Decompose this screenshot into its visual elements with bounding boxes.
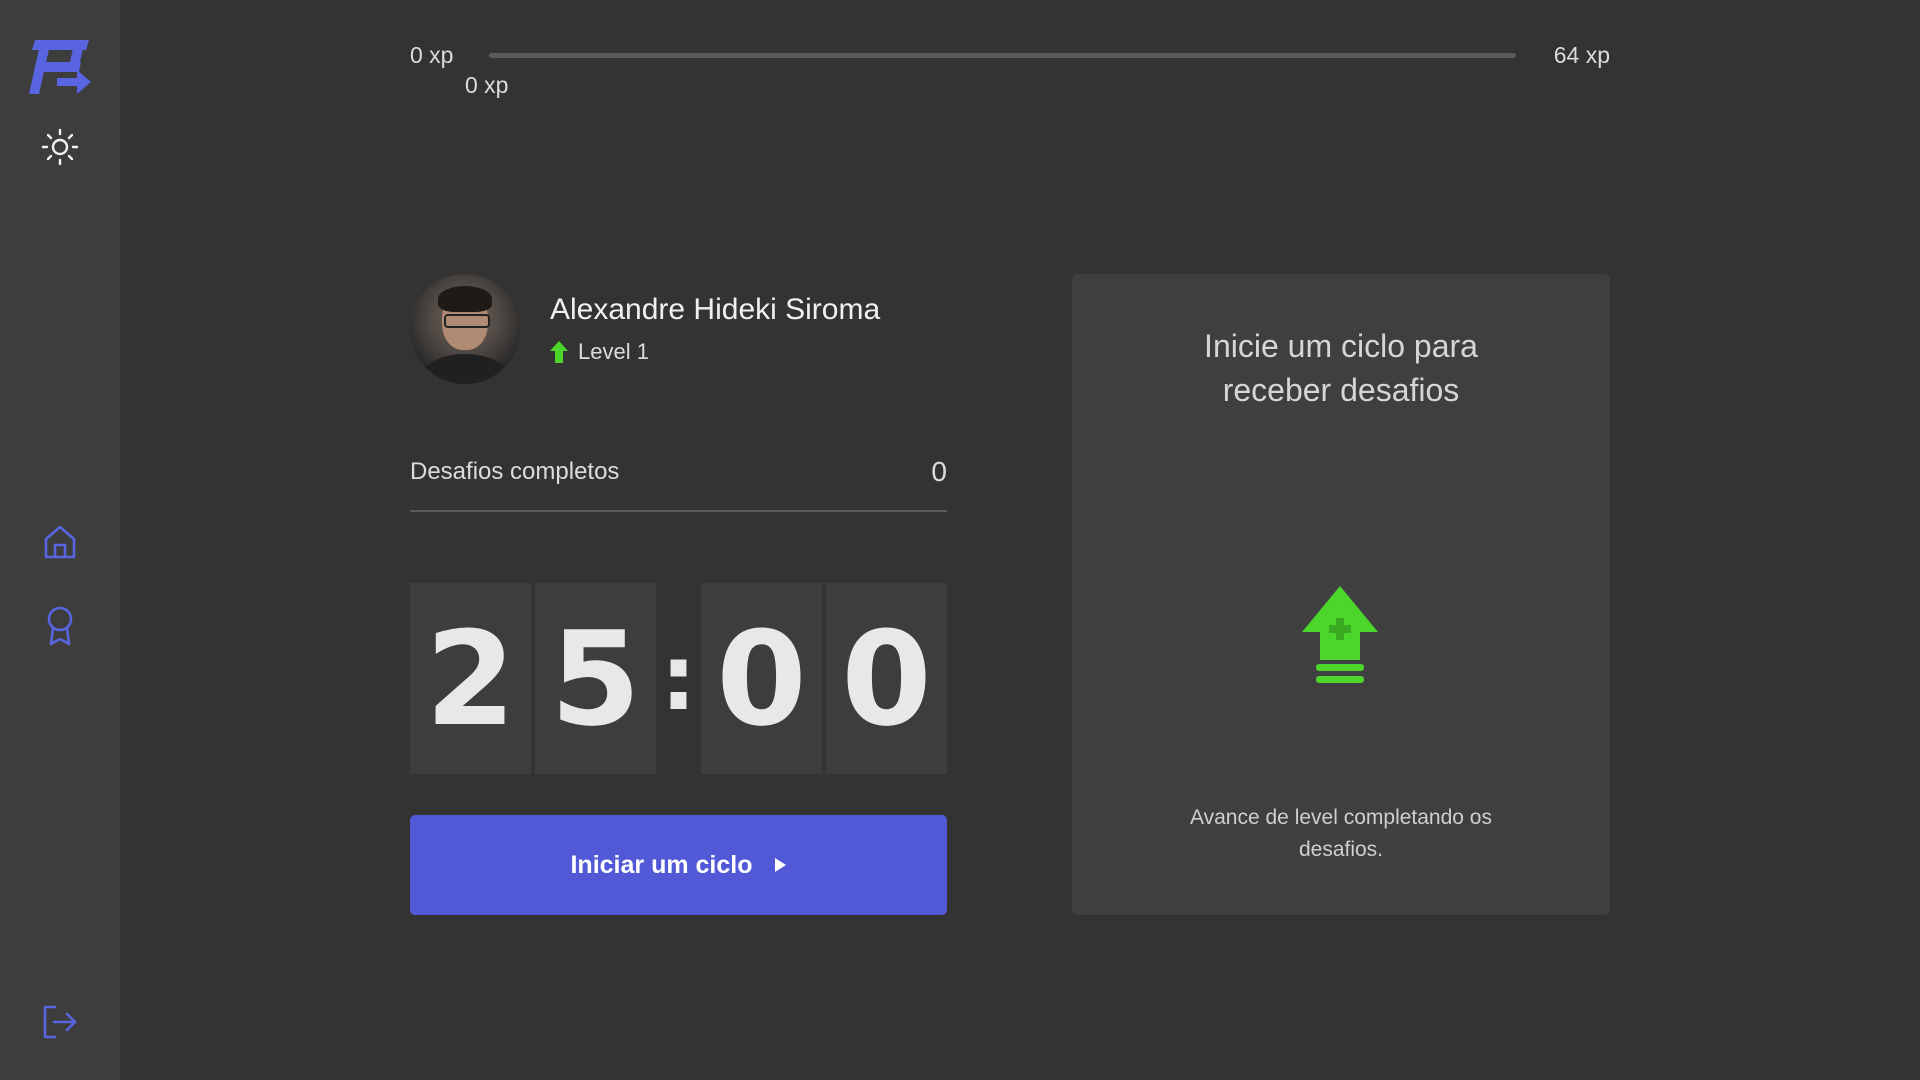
level-label: Level 1 <box>578 339 649 364</box>
challenge-card-description: Avance de level completando os desafios. <box>1190 806 1492 861</box>
award-icon[interactable] <box>0 606 120 646</box>
countdown-digit: 0 <box>826 583 947 774</box>
start-cycle-button[interactable]: Iniciar um ciclo <box>410 815 947 915</box>
completed-challenges: Desafios completos 0 <box>410 450 947 512</box>
challenge-card: Inicie um ciclo para receber desafios Av… <box>1072 274 1610 915</box>
profile-name: Alexandre Hideki Siroma <box>550 293 881 326</box>
countdown-separator: : <box>660 626 697 731</box>
home-icon[interactable] <box>0 524 120 560</box>
countdown-minutes: 2 5 <box>410 583 656 774</box>
countdown: 2 5 : 0 0 <box>410 583 947 774</box>
start-cycle-label: Iniciar um ciclo <box>570 850 753 879</box>
level-up-icon <box>550 341 568 363</box>
completed-challenges-label: Desafios completos <box>410 458 620 485</box>
countdown-digit: 0 <box>701 583 822 774</box>
countdown-digit: 5 <box>535 583 656 774</box>
avatar <box>410 274 520 384</box>
sun-icon[interactable] <box>0 128 120 166</box>
countdown-seconds: 0 0 <box>701 583 947 774</box>
play-icon <box>773 857 787 873</box>
xp-max-label: 64 xp <box>1553 42 1610 68</box>
profile-level: Level 1 <box>550 339 880 365</box>
xp-track <box>489 53 1516 58</box>
sidebar <box>0 0 120 1080</box>
xp-min-label: 0 xp <box>410 42 454 68</box>
challenge-card-title: Inicie um ciclo para receber desafios <box>1204 328 1478 408</box>
profile: Alexandre Hideki Siroma Level 1 <box>410 274 880 384</box>
experience-bar: 0 xp 64 xp <box>410 38 1610 78</box>
completed-challenges-count: 0 <box>931 456 947 487</box>
logout-icon[interactable] <box>0 1005 120 1039</box>
xp-current-label: 0 xp <box>465 72 509 98</box>
countdown-digit: 2 <box>410 583 531 774</box>
logo-icon[interactable] <box>0 38 120 96</box>
level-up-icon <box>1300 584 1380 693</box>
